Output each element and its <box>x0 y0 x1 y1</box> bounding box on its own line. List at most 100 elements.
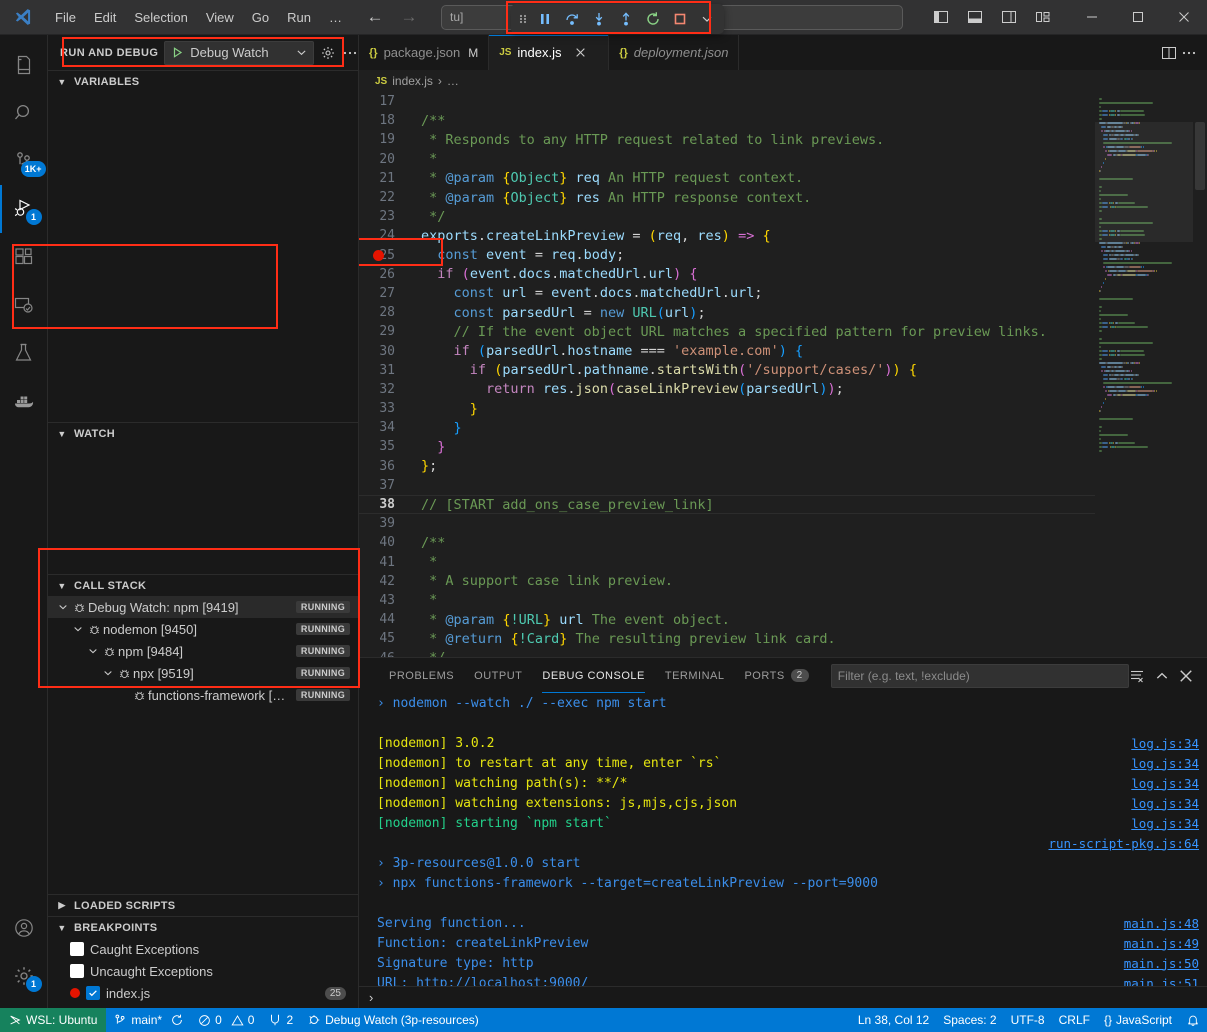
code-line[interactable]: 37 <box>359 476 1095 495</box>
section-watch-header[interactable]: ▼ WATCH <box>48 422 358 444</box>
minimap-slider[interactable] <box>1095 122 1193 242</box>
code-line[interactable]: 46 */ <box>359 648 1095 657</box>
console-source-link[interactable]: log.js:34 <box>1131 776 1199 791</box>
console-source-link[interactable]: run-script-pkg.js:64 <box>1048 836 1199 851</box>
status-indentation[interactable]: Spaces: 2 <box>936 1008 1003 1032</box>
call-stack-row[interactable]: npx [9519]RUNNING <box>48 662 358 684</box>
minimap[interactable] <box>1095 92 1193 657</box>
clear-console-icon[interactable] <box>1129 668 1145 684</box>
code-line[interactable]: 23 */ <box>359 207 1095 226</box>
code-line[interactable]: 33 } <box>359 399 1095 418</box>
chevron-down-icon[interactable] <box>56 602 70 612</box>
panel-tab[interactable]: PROBLEMS <box>379 658 464 693</box>
breakpoint-row[interactable]: Caught Exceptions <box>48 938 358 960</box>
sidebar-item-docker[interactable] <box>0 377 48 425</box>
split-editor-icon[interactable] <box>1161 45 1177 61</box>
status-remote-indicator[interactable]: WSL: Ubuntu <box>0 1008 106 1032</box>
accounts-button[interactable] <box>0 904 48 952</box>
stop-button[interactable] <box>667 7 693 31</box>
chevron-down-icon[interactable] <box>86 646 100 656</box>
console-source-link[interactable]: main.js:51 <box>1124 976 1199 987</box>
call-stack-row[interactable]: npm [9484]RUNNING <box>48 640 358 662</box>
panel-tab[interactable]: DEBUG CONSOLE <box>532 658 654 693</box>
status-debug-session[interactable]: Debug Watch (3p-resources) <box>300 1008 486 1032</box>
menu-run[interactable]: Run <box>278 7 320 28</box>
menu-more[interactable]: … <box>320 7 351 28</box>
breadcrumb-tail[interactable]: … <box>447 74 459 88</box>
console-source-link[interactable]: main.js:49 <box>1124 936 1199 951</box>
status-ports[interactable]: 2 <box>261 1008 300 1032</box>
status-language-mode[interactable]: {} JavaScript <box>1097 1008 1179 1032</box>
arrow-left-icon[interactable]: ← <box>365 7 385 27</box>
code-line[interactable]: 17 <box>359 92 1095 111</box>
editor-tab[interactable]: {}deployment.json <box>609 35 739 70</box>
debug-settings-gear-icon[interactable] <box>320 42 336 64</box>
code-line[interactable]: 29 // If the event object URL matches a … <box>359 322 1095 341</box>
settings-gear-icon[interactable]: 1 <box>0 952 48 1000</box>
code-line[interactable]: 25 const event = req.body; <box>359 246 1095 265</box>
code-line[interactable]: 45 * @return {!Card} The resulting previ… <box>359 629 1095 648</box>
restart-button[interactable] <box>640 7 666 31</box>
maximize-button[interactable] <box>1115 0 1161 35</box>
section-call-stack-header[interactable]: ▼ CALL STACK <box>48 574 358 596</box>
debug-toolbar[interactable] <box>511 4 724 34</box>
editor-more-actions-icon[interactable] <box>1181 45 1197 61</box>
debug-console-output[interactable]: › nodemon --watch ./ --exec npm start[no… <box>359 693 1207 986</box>
code-line[interactable]: 43 * <box>359 591 1095 610</box>
status-notifications[interactable] <box>1179 1008 1207 1032</box>
customize-layout-icon[interactable] <box>1027 3 1059 31</box>
menu-go[interactable]: Go <box>243 7 278 28</box>
launch-configuration-dropdown[interactable]: Debug Watch <box>164 41 314 65</box>
step-into-button[interactable] <box>586 7 612 31</box>
editor-breakpoint-icon[interactable] <box>373 250 384 261</box>
menu-file[interactable]: File <box>46 7 85 28</box>
code-line[interactable]: 27 const url = event.docs.matchedUrl.url… <box>359 284 1095 303</box>
chevron-up-icon[interactable] <box>1155 669 1169 683</box>
close-panel-icon[interactable] <box>1179 669 1193 683</box>
console-source-link[interactable]: main.js:48 <box>1124 916 1199 931</box>
code-line[interactable]: 28 const parsedUrl = new URL(url); <box>359 303 1095 322</box>
toggle-primary-sidebar-icon[interactable] <box>925 3 957 31</box>
breadcrumb-file[interactable]: index.js <box>392 74 433 88</box>
chevron-down-icon[interactable] <box>101 668 115 678</box>
status-eol[interactable]: CRLF <box>1052 1008 1097 1032</box>
step-out-button[interactable] <box>613 7 639 31</box>
panel-tab[interactable]: OUTPUT <box>464 658 532 693</box>
sync-icon[interactable] <box>170 1013 184 1027</box>
call-stack-row[interactable]: nodemon [9450]RUNNING <box>48 618 358 640</box>
code-line[interactable]: 42 * A support case link preview. <box>359 572 1095 591</box>
menu-edit[interactable]: Edit <box>85 7 125 28</box>
code-line[interactable]: 18/** <box>359 111 1095 130</box>
console-source-link[interactable]: log.js:34 <box>1131 816 1199 831</box>
editor-scrollbar[interactable] <box>1193 92 1207 657</box>
breakpoint-checkbox[interactable] <box>86 986 100 1000</box>
play-icon[interactable] <box>171 46 184 59</box>
sidebar-more-actions-icon[interactable] <box>342 42 358 64</box>
code-line[interactable]: 39 <box>359 514 1095 533</box>
sidebar-item-search[interactable] <box>0 89 48 137</box>
editor-scrollbar-thumb[interactable] <box>1195 122 1205 190</box>
status-cursor-position[interactable]: Ln 38, Col 12 <box>851 1008 936 1032</box>
toggle-secondary-sidebar-icon[interactable] <box>993 3 1025 31</box>
console-source-link[interactable]: log.js:34 <box>1131 756 1199 771</box>
debug-console-input[interactable]: › <box>359 986 1207 1008</box>
toggle-panel-icon[interactable] <box>959 3 991 31</box>
console-source-link[interactable]: main.js:50 <box>1124 956 1199 971</box>
call-stack-row[interactable]: Debug Watch: npm [9419]RUNNING <box>48 596 358 618</box>
code-line[interactable]: 34 } <box>359 418 1095 437</box>
code-line[interactable]: 20 * <box>359 150 1095 169</box>
code-line[interactable]: 36}; <box>359 457 1095 476</box>
section-variables-header[interactable]: ▼ VARIABLES <box>48 70 358 92</box>
minimize-button[interactable] <box>1069 0 1115 35</box>
code-line[interactable]: 32 return res.json(caseLinkPreview(parse… <box>359 380 1095 399</box>
breakpoint-row[interactable]: index.js25 <box>48 982 358 1004</box>
section-breakpoints-header[interactable]: ▼ BREAKPOINTS <box>48 916 358 938</box>
bell-icon[interactable] <box>1186 1013 1200 1027</box>
drag-handle-icon[interactable] <box>515 11 531 27</box>
sidebar-item-explorer[interactable] <box>0 41 48 89</box>
code-line[interactable]: 22 * @param {Object} res An HTTP respons… <box>359 188 1095 207</box>
code-line[interactable]: 31 if (parsedUrl.pathname.startsWith('/s… <box>359 361 1095 380</box>
breakpoint-checkbox[interactable] <box>70 964 84 978</box>
breadcrumb[interactable]: JS index.js › … <box>359 70 1207 92</box>
sidebar-item-run-and-debug[interactable]: 1 <box>0 185 48 233</box>
